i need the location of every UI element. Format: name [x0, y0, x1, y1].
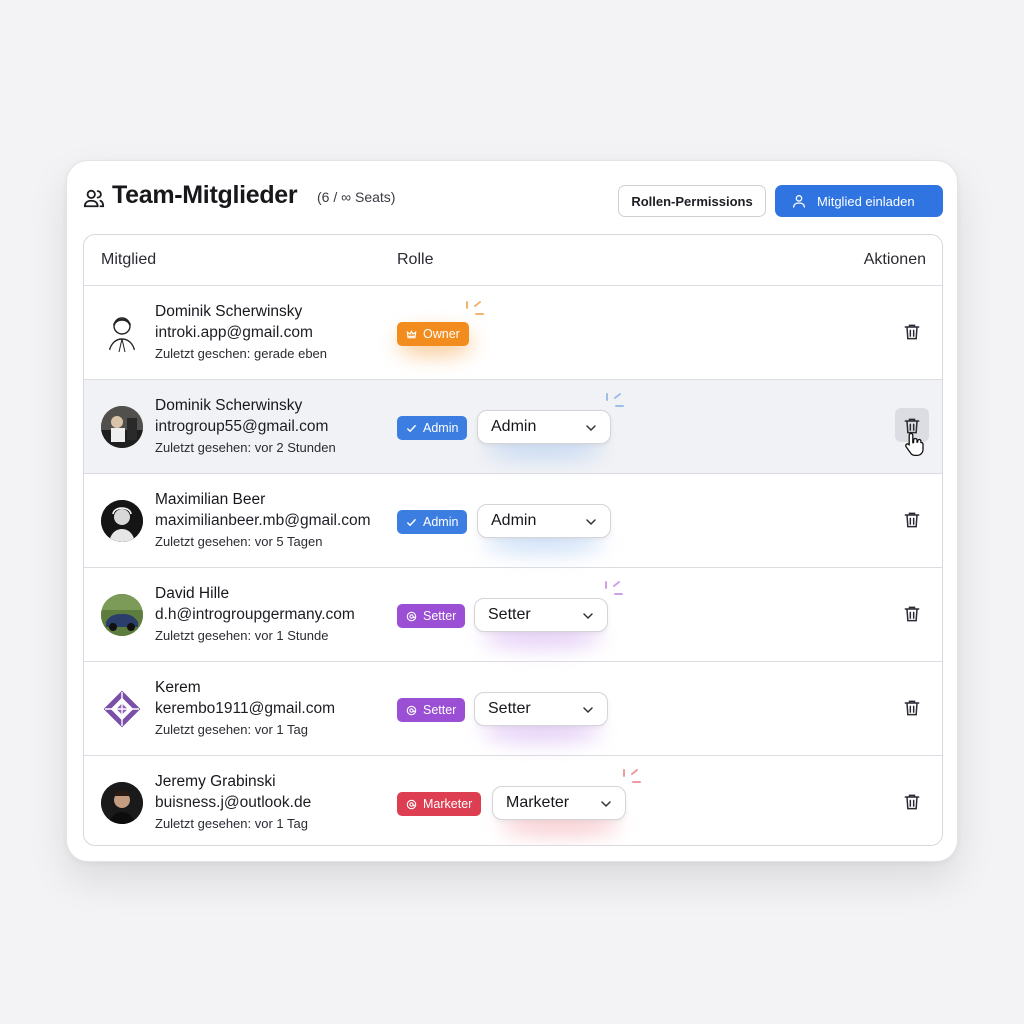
- avatar: [101, 312, 143, 354]
- chevron-down-icon: [601, 801, 611, 808]
- table-row: Kerem kerembo1911@gmail.com Zuletzt gese…: [84, 662, 942, 756]
- check-icon: [407, 518, 416, 526]
- chevron-down-icon: [586, 519, 596, 526]
- invite-button-label: Mitglied einladen: [817, 193, 915, 209]
- avatar: [101, 500, 143, 542]
- role-badge-label: Admin: [423, 515, 459, 529]
- role-permissions-button[interactable]: Rollen-Permissions: [618, 185, 766, 217]
- at-icon: [406, 799, 417, 809]
- role-select-value: Setter: [488, 606, 531, 623]
- trash-icon[interactable]: [902, 792, 922, 812]
- last-seen: Zuletzt gesehen: vor 1 Tag: [155, 816, 308, 831]
- role-badge-label: Admin: [423, 421, 459, 435]
- role-select-value: Setter: [488, 700, 531, 717]
- members-table: Mitglied Rolle Aktionen Dominik Scherwin…: [83, 234, 943, 846]
- sparkle-icon: [623, 769, 641, 783]
- avatar: [101, 688, 143, 730]
- role-select[interactable]: Admin: [477, 410, 611, 444]
- sparkle-icon: [605, 581, 623, 595]
- role-select-value: Marketer: [506, 794, 570, 811]
- role-badge-marketer: Marketer: [397, 792, 482, 816]
- role-badge-admin: Admin: [397, 510, 468, 534]
- check-icon: [407, 424, 416, 432]
- last-seen: Zuletzt gesehen: vor 1 Tag: [155, 722, 308, 737]
- role-select[interactable]: Admin: [477, 504, 611, 538]
- trash-icon[interactable]: [902, 698, 922, 718]
- member-email: maximilianbeer.mb@gmail.com: [155, 512, 371, 529]
- sparkle-icon: [606, 393, 624, 407]
- hand-cursor-icon: [905, 432, 924, 457]
- member-name: Maximilian Beer: [155, 491, 266, 508]
- seats-count: (6 / ∞ Seats): [317, 189, 396, 205]
- table-header: Mitglied Rolle Aktionen: [84, 235, 942, 286]
- role-badge-setter: Setter: [397, 698, 466, 722]
- trash-icon[interactable]: [902, 322, 922, 342]
- role-badge-label: Marketer: [423, 797, 473, 811]
- table-row: David Hille d.h@introgroupgermany.com Zu…: [84, 568, 942, 662]
- sparkle-icon: [466, 301, 484, 315]
- member-email: introki.app@gmail.com: [155, 324, 313, 341]
- role-select-value: Admin: [491, 512, 537, 529]
- table-row: Maximilian Beer maximilianbeer.mb@gmail.…: [84, 474, 942, 568]
- table-row: Dominik Scherwinsky introki.app@gmail.co…: [84, 286, 942, 380]
- trash-icon[interactable]: [902, 604, 922, 624]
- column-header-role: Rolle: [397, 251, 434, 268]
- role-select[interactable]: Setter: [474, 692, 608, 726]
- at-icon: [406, 705, 417, 715]
- role-badge-label: Setter: [423, 703, 457, 717]
- team-members-card: Team-Mitglieder (6 / ∞ Seats) Rollen-Per…: [66, 160, 958, 862]
- chevron-down-icon: [583, 707, 593, 714]
- chevron-down-icon: [586, 425, 596, 432]
- avatar: [101, 594, 143, 636]
- member-email: introgroup55@gmail.com: [155, 418, 329, 435]
- last-seen: Zuletzt gesehen: vor 1 Stunde: [155, 628, 329, 643]
- table-row: Dominik Scherwinsky introgroup55@gmail.c…: [84, 380, 942, 474]
- invite-member-button[interactable]: Mitglied einladen: [775, 185, 943, 217]
- role-select[interactable]: Setter: [474, 598, 608, 632]
- table-row: Jeremy Grabinski buisness.j@outlook.de Z…: [84, 756, 942, 845]
- role-badge-label: Setter: [423, 609, 457, 623]
- role-badge-owner: Owner: [397, 322, 469, 346]
- role-badge-setter: Setter: [397, 604, 466, 628]
- role-badge-label: Owner: [423, 327, 460, 341]
- role-badge-admin: Admin: [397, 416, 468, 440]
- role-select[interactable]: Marketer: [492, 786, 626, 820]
- user-icon: [793, 195, 805, 208]
- avatar: [101, 406, 143, 448]
- member-name: Kerem: [155, 679, 201, 696]
- last-seen: Zuletzt gesehen: vor 2 Stunden: [155, 440, 336, 455]
- member-email: buisness.j@outlook.de: [155, 794, 312, 811]
- card-header: Team-Mitglieder (6 / ∞ Seats) Rollen-Per…: [67, 161, 957, 235]
- member-name: Jeremy Grabinski: [155, 773, 276, 790]
- member-name: David Hille: [155, 585, 230, 602]
- member-name: Dominik Scherwinsky: [155, 397, 303, 414]
- column-header-actions: Aktionen: [863, 251, 926, 268]
- page-title: Team-Mitglieder: [112, 181, 298, 209]
- last-seen: Zuletzt geschen: gerade eben: [155, 346, 328, 361]
- last-seen: Zuletzt gesehen: vor 5 Tagen: [155, 534, 323, 549]
- at-icon: [406, 611, 417, 621]
- role-select-value: Admin: [491, 418, 537, 435]
- chevron-down-icon: [583, 613, 593, 620]
- column-header-member: Mitglied: [101, 251, 157, 268]
- users-icon: [83, 189, 105, 208]
- crown-icon: [406, 329, 417, 338]
- member-name: Dominik Scherwinsky: [155, 303, 303, 320]
- avatar: [101, 782, 143, 824]
- member-email: d.h@introgroupgermany.com: [155, 606, 355, 623]
- trash-icon[interactable]: [902, 510, 922, 530]
- member-email: kerembo1911@gmail.com: [155, 700, 335, 717]
